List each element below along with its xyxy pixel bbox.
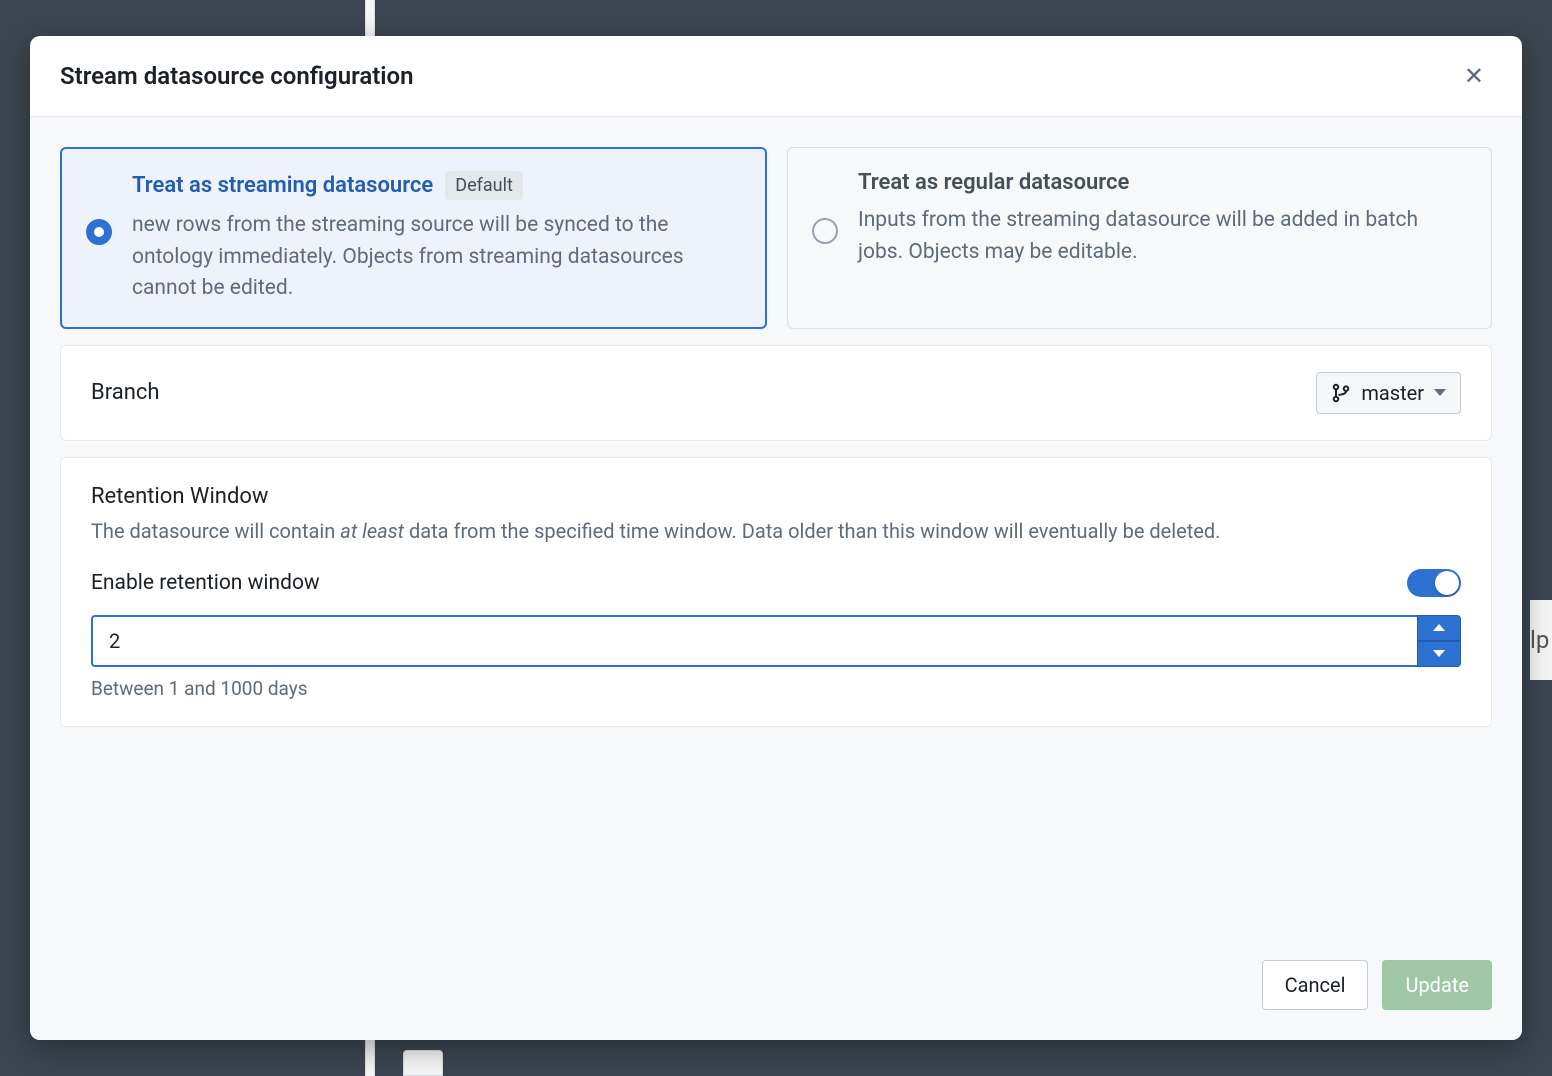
enable-retention-row: Enable retention window <box>91 569 1461 597</box>
default-tag: Default <box>445 171 523 200</box>
option-streaming-desc: new rows from the streaming source will … <box>132 210 741 305</box>
radio-regular[interactable] <box>812 218 838 244</box>
radio-streaming[interactable] <box>86 219 112 245</box>
dialog-header: Stream datasource configuration ✕ <box>30 36 1522 117</box>
retention-input[interactable] <box>91 615 1417 667</box>
chevron-down-icon <box>1433 650 1445 657</box>
option-regular-title: Treat as regular datasource <box>858 170 1129 195</box>
option-regular-text: Treat as regular datasource Inputs from … <box>858 170 1467 268</box>
retention-desc-post: data from the specified time window. Dat… <box>404 519 1220 543</box>
dialog-footer: Cancel Update <box>30 940 1522 1040</box>
cancel-button[interactable]: Cancel <box>1262 960 1369 1010</box>
option-streaming[interactable]: Treat as streaming datasource Default ne… <box>60 147 767 329</box>
branch-value: master <box>1361 381 1424 405</box>
retention-desc: The datasource will contain at least dat… <box>91 519 1461 543</box>
retention-stepper <box>91 615 1461 667</box>
option-regular[interactable]: Treat as regular datasource Inputs from … <box>787 147 1492 329</box>
retention-desc-pre: The datasource will contain <box>91 519 340 543</box>
enable-retention-toggle[interactable] <box>1407 569 1461 597</box>
chevron-down-icon <box>1434 389 1446 396</box>
chevron-up-icon <box>1433 624 1445 631</box>
option-streaming-title-row: Treat as streaming datasource Default <box>132 171 741 200</box>
stepper-down-button[interactable] <box>1417 641 1461 667</box>
datasource-mode-options: Treat as streaming datasource Default ne… <box>60 147 1492 329</box>
option-regular-title-row: Treat as regular datasource <box>858 170 1467 195</box>
update-button[interactable]: Update <box>1382 960 1492 1010</box>
stepper-buttons <box>1417 615 1461 667</box>
background-cell <box>403 1050 443 1076</box>
option-streaming-title: Treat as streaming datasource <box>132 173 433 198</box>
background-fragment: lp <box>1530 600 1552 680</box>
dialog-title: Stream datasource configuration <box>60 62 414 90</box>
retention-title: Retention Window <box>91 484 1461 509</box>
git-branch-icon <box>1331 383 1351 403</box>
stream-config-dialog: Stream datasource configuration ✕ Treat … <box>30 36 1522 1040</box>
retention-panel: Retention Window The datasource will con… <box>60 457 1492 727</box>
option-regular-desc: Inputs from the streaming datasource wil… <box>858 205 1467 268</box>
option-streaming-text: Treat as streaming datasource Default ne… <box>132 171 741 305</box>
enable-retention-label: Enable retention window <box>91 571 320 595</box>
branch-select[interactable]: master <box>1316 372 1461 414</box>
stepper-up-button[interactable] <box>1417 615 1461 641</box>
toggle-knob <box>1435 571 1459 595</box>
retention-hint: Between 1 and 1000 days <box>91 677 1461 700</box>
close-icon[interactable]: ✕ <box>1456 60 1492 92</box>
dialog-body: Treat as streaming datasource Default ne… <box>30 117 1522 940</box>
retention-desc-em: at least <box>340 519 404 543</box>
branch-label: Branch <box>91 380 159 405</box>
branch-panel: Branch master <box>60 345 1492 441</box>
